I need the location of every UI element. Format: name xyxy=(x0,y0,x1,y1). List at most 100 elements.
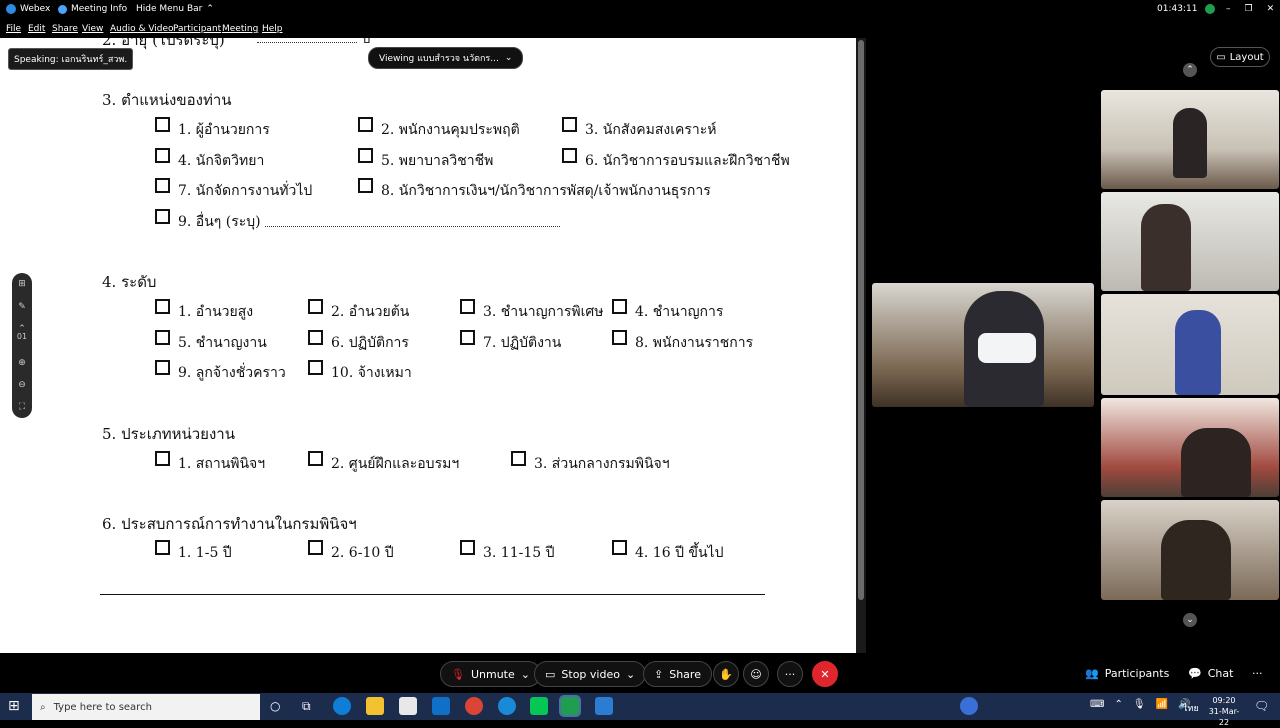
checkbox[interactable] xyxy=(155,209,170,224)
cortana-icon[interactable]: ○ xyxy=(270,699,280,713)
document-scrollbar-thumb[interactable] xyxy=(858,40,864,600)
option-position-7[interactable]: 7. นักจัดการงานทั่วไป xyxy=(155,178,312,202)
option-level-10[interactable]: 10. จ้างเหมา xyxy=(308,360,412,384)
chevron-up-icon[interactable]: ⌃ xyxy=(1114,699,1122,710)
annotate-icon[interactable]: ⊞ xyxy=(16,278,28,290)
option-unit-1[interactable]: 1. สถานพินิจฯ xyxy=(155,451,265,475)
zoom-out-icon[interactable]: ⊖ xyxy=(16,379,28,391)
layout-button[interactable]: ▭ Layout xyxy=(1210,47,1270,67)
fit-screen-icon[interactable]: ⛶ xyxy=(16,401,28,413)
minimize-icon[interactable]: – xyxy=(1226,4,1231,14)
menu-meeting[interactable]: Meeting xyxy=(222,24,258,34)
checkbox[interactable] xyxy=(358,178,373,193)
task-view-icon[interactable]: ⧉ xyxy=(302,699,311,714)
keyboard-icon[interactable]: ⌨ xyxy=(1090,699,1104,710)
checkbox[interactable] xyxy=(155,299,170,314)
option-position-2[interactable]: 2. พนักงานคุมประพฤติ xyxy=(358,117,520,141)
raise-hand-icon[interactable]: ✋ xyxy=(713,661,739,687)
option-level-8[interactable]: 8. พนักงานราชการ xyxy=(612,330,753,354)
pointer-icon[interactable]: ✎ xyxy=(16,301,28,313)
option-level-5[interactable]: 5. ชำนาญงาน xyxy=(155,330,267,354)
taskbar-clock[interactable]: 09:20 31-Mar-22 xyxy=(1204,695,1244,728)
share-button[interactable]: ⇪ Share xyxy=(643,661,712,687)
option-experience-1[interactable]: 1. 1-5 ปี xyxy=(155,540,232,564)
checkbox[interactable] xyxy=(511,451,526,466)
participant-video-3[interactable] xyxy=(1101,294,1279,395)
store-icon[interactable] xyxy=(399,697,417,715)
participant-video-1[interactable] xyxy=(1101,90,1279,189)
checkbox[interactable] xyxy=(155,148,170,163)
option-position-3[interactable]: 3. นักสังคมสงเคราะห์ xyxy=(562,117,717,141)
line-app-icon[interactable] xyxy=(530,697,548,715)
checkbox[interactable] xyxy=(562,117,577,132)
internet-explorer-icon[interactable] xyxy=(498,697,516,715)
checkbox[interactable] xyxy=(460,540,475,555)
menu-help[interactable]: Help xyxy=(262,24,283,34)
option-level-1[interactable]: 1. อำนวยสูง xyxy=(155,299,253,323)
option-level-3[interactable]: 3. ชำนาญการพิเศษ xyxy=(460,299,604,323)
option-unit-3[interactable]: 3. ส่วนกลางกรมพินิจฯ xyxy=(511,451,670,475)
option-unit-2[interactable]: 2. ศูนย์ฝึกและอบรมฯ xyxy=(308,451,459,475)
menu-edit[interactable]: Edit xyxy=(28,24,45,34)
maximize-icon[interactable]: ❐ xyxy=(1245,4,1253,14)
stop-video-button[interactable]: ▭ Stop video ⌄ xyxy=(534,661,647,687)
menu-participant[interactable]: Participant xyxy=(173,24,221,34)
unmute-button[interactable]: 🎙 Unmute ⌄ xyxy=(440,661,541,687)
checkbox[interactable] xyxy=(155,330,170,345)
checkbox[interactable] xyxy=(308,360,323,375)
webex-taskbar-icon[interactable] xyxy=(559,695,581,717)
option-level-2[interactable]: 2. อำนวยต้น xyxy=(308,299,409,323)
checkbox[interactable] xyxy=(155,540,170,555)
windows-start-icon[interactable]: ⊞ xyxy=(8,698,20,714)
checkbox[interactable] xyxy=(612,330,627,345)
chevron-down-icon[interactable]: ⌄ xyxy=(626,668,635,681)
checkbox[interactable] xyxy=(155,451,170,466)
menu-view[interactable]: View xyxy=(82,24,103,34)
mail-icon[interactable] xyxy=(432,697,450,715)
checkbox[interactable] xyxy=(155,117,170,132)
chat-button[interactable]: 💬 Chat xyxy=(1188,667,1233,680)
zoom-in-icon[interactable]: ⊕ xyxy=(16,357,28,369)
option-experience-4[interactable]: 4. 16 ปี ขึ้นไป xyxy=(612,540,723,564)
word-icon[interactable] xyxy=(595,697,613,715)
chevron-down-icon[interactable]: ⌄ xyxy=(521,668,530,681)
reactions-icon[interactable]: ☺ xyxy=(743,661,769,687)
option-position-9[interactable]: 9. อื่นๆ (ระบุ) xyxy=(155,209,261,233)
input-language[interactable]: ไทย xyxy=(1183,701,1199,715)
checkbox[interactable] xyxy=(308,451,323,466)
option-level-9[interactable]: 9. ลูกจ้างชั่วคราว xyxy=(155,360,286,384)
option-level-6[interactable]: 6. ปฏิบัติการ xyxy=(308,330,409,354)
taskbar-search-input[interactable]: ⌕ Type here to search xyxy=(32,694,260,720)
scroll-down-icon[interactable]: ⌄ xyxy=(1183,613,1197,627)
checkbox[interactable] xyxy=(460,330,475,345)
option-position-5[interactable]: 5. พยาบาลวิชาชีพ xyxy=(358,148,493,172)
viewing-dropdown[interactable]: Viewing แบบสำรวจ นวัตกร... ⌄ xyxy=(368,47,524,69)
participant-video-2[interactable] xyxy=(1101,192,1279,291)
menu-audio-video[interactable]: Audio & Video xyxy=(110,24,174,34)
checkbox[interactable] xyxy=(460,299,475,314)
checkbox[interactable] xyxy=(358,117,373,132)
chrome-icon[interactable] xyxy=(465,697,483,715)
network-icon[interactable]: 📶 xyxy=(1156,699,1168,710)
end-call-button[interactable]: ✕ xyxy=(812,661,838,687)
option-experience-3[interactable]: 3. 11-15 ปี xyxy=(460,540,555,564)
close-icon[interactable]: ✕ xyxy=(1267,4,1275,14)
option-experience-2[interactable]: 2. 6-10 ปี xyxy=(308,540,394,564)
checkbox[interactable] xyxy=(155,178,170,193)
menu-file[interactable]: File xyxy=(6,24,21,34)
participant-video-5[interactable] xyxy=(1101,500,1279,600)
option-position-4[interactable]: 4. นักจิตวิทยา xyxy=(155,148,264,172)
more-panels-icon[interactable]: ··· xyxy=(1252,667,1263,680)
option-position-1[interactable]: 1. ผู้อำนวยการ xyxy=(155,117,270,141)
scroll-up-icon[interactable]: ⌃ xyxy=(1183,63,1197,77)
checkbox[interactable] xyxy=(562,148,577,163)
option-level-4[interactable]: 4. ชำนาญการ xyxy=(612,299,723,323)
participant-video-4[interactable] xyxy=(1101,398,1279,497)
checkbox[interactable] xyxy=(358,148,373,163)
participants-button[interactable]: 👥 Participants xyxy=(1085,667,1169,680)
more-options-icon[interactable]: ··· xyxy=(777,661,803,687)
file-explorer-icon[interactable] xyxy=(366,697,384,715)
checkbox[interactable] xyxy=(612,299,627,314)
checkbox[interactable] xyxy=(308,540,323,555)
meeting-info-button[interactable]: Meeting Info xyxy=(58,4,127,14)
